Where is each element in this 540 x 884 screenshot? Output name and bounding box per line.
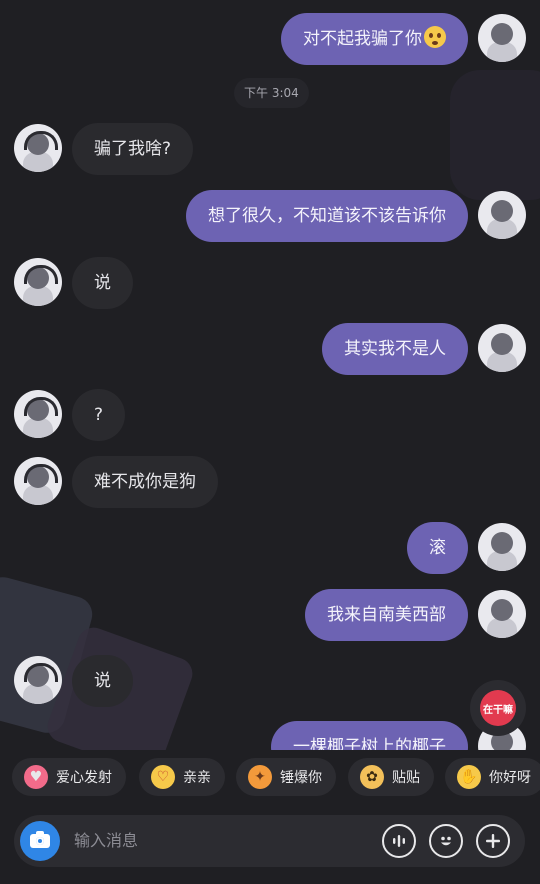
message-row: 想了很久，不知道该不该告诉你 bbox=[0, 187, 540, 243]
quick-reply-bar: ♥ 爱心发射 ♡ 亲亲 ✦ 锤爆你 ✿ 贴贴 ✋ 你好呀 bbox=[0, 750, 540, 806]
chat-message-list[interactable]: 下午 3:04 对不起我骗了你 骗了我啥? 想了很久，不知道该不该告诉你 说 其… bbox=[0, 0, 540, 750]
message-input[interactable]: 输入消息 bbox=[74, 815, 138, 867]
quick-reply-label: 锤爆你 bbox=[280, 770, 322, 786]
emoji-button[interactable] bbox=[429, 824, 463, 858]
message-row: 难不成你是狗 bbox=[0, 453, 540, 509]
message-bubble-incoming[interactable]: ? bbox=[72, 389, 126, 441]
message-bubble-outgoing[interactable]: 我来自南美西部 bbox=[305, 589, 468, 641]
my-avatar[interactable] bbox=[478, 191, 526, 239]
headphones-icon bbox=[24, 131, 58, 150]
timestamp: 下午 3:04 bbox=[234, 78, 309, 108]
contact-avatar[interactable] bbox=[14, 124, 62, 172]
camera-button[interactable] bbox=[20, 821, 60, 861]
quick-reply-hello[interactable]: ✋ 你好呀 bbox=[445, 758, 540, 796]
headphones-icon bbox=[24, 663, 58, 682]
plus-icon bbox=[486, 834, 500, 848]
message-bubble-outgoing[interactable]: 一棵椰子树上的椰子 bbox=[271, 721, 468, 750]
message-bubble-outgoing[interactable]: 滚 bbox=[407, 522, 468, 574]
quick-reply-love[interactable]: ♥ 爱心发射 bbox=[12, 758, 126, 796]
mascot-float-button[interactable]: 在干嘛 bbox=[470, 680, 526, 736]
message-row: 其实我不是人 bbox=[0, 320, 540, 376]
quick-reply-label: 贴贴 bbox=[392, 770, 420, 786]
message-input-bar: 输入消息 bbox=[14, 815, 525, 867]
quick-reply-kiss[interactable]: ♡ 亲亲 bbox=[139, 758, 225, 796]
add-button[interactable] bbox=[476, 824, 510, 858]
wave-emoji-icon: ✋ bbox=[457, 765, 481, 789]
message-row: 对不起我骗了你 bbox=[0, 10, 540, 66]
hammer-emoji-icon: ✦ bbox=[248, 765, 272, 789]
heart-eyes-emoji-icon: ♥ bbox=[24, 765, 48, 789]
message-bubble-incoming[interactable]: 说 bbox=[72, 257, 133, 309]
quick-reply-hammer[interactable]: ✦ 锤爆你 bbox=[236, 758, 336, 796]
voice-wave-icon bbox=[393, 835, 405, 847]
quick-reply-hug[interactable]: ✿ 贴贴 bbox=[348, 758, 434, 796]
message-bubble-incoming[interactable]: 骗了我啥? bbox=[72, 123, 194, 175]
mascot-icon: 在干嘛 bbox=[480, 690, 516, 726]
quick-reply-label: 亲亲 bbox=[183, 770, 211, 786]
message-row: ? bbox=[0, 386, 540, 442]
my-avatar[interactable] bbox=[478, 590, 526, 638]
contact-avatar[interactable] bbox=[14, 457, 62, 505]
contact-avatar[interactable] bbox=[14, 258, 62, 306]
flushed-face-icon bbox=[424, 26, 446, 48]
message-bubble-outgoing[interactable]: 其实我不是人 bbox=[322, 323, 468, 375]
headphones-icon bbox=[24, 397, 58, 416]
headphones-icon bbox=[24, 265, 58, 284]
contact-avatar[interactable] bbox=[14, 390, 62, 438]
headphones-icon bbox=[24, 464, 58, 483]
message-row: 说 bbox=[0, 652, 540, 708]
message-bubble-incoming[interactable]: 难不成你是狗 bbox=[72, 456, 218, 508]
my-avatar[interactable] bbox=[478, 324, 526, 372]
smiley-icon bbox=[441, 836, 451, 846]
my-avatar[interactable] bbox=[478, 14, 526, 62]
message-row: 骗了我啥? bbox=[0, 120, 540, 176]
message-bubble-outgoing[interactable]: 对不起我骗了你 bbox=[281, 13, 468, 65]
hug-cats-emoji-icon: ✿ bbox=[360, 765, 384, 789]
quick-reply-label: 你好呀 bbox=[489, 770, 531, 786]
voice-button[interactable] bbox=[382, 824, 416, 858]
quick-reply-label: 爱心发射 bbox=[56, 770, 112, 786]
message-bubble-incoming[interactable]: 说 bbox=[72, 655, 133, 707]
contact-avatar[interactable] bbox=[14, 656, 62, 704]
kiss-emoji-icon: ♡ bbox=[151, 765, 175, 789]
message-row: 一棵椰子树上的椰子 bbox=[0, 718, 540, 750]
message-bubble-outgoing[interactable]: 想了很久，不知道该不该告诉你 bbox=[186, 190, 468, 242]
message-text: 对不起我骗了你 bbox=[303, 29, 422, 49]
camera-icon bbox=[30, 831, 50, 848]
my-avatar[interactable] bbox=[478, 523, 526, 571]
message-row: 我来自南美西部 bbox=[0, 586, 540, 642]
message-row: 说 bbox=[0, 254, 540, 310]
message-row: 滚 bbox=[0, 519, 540, 575]
